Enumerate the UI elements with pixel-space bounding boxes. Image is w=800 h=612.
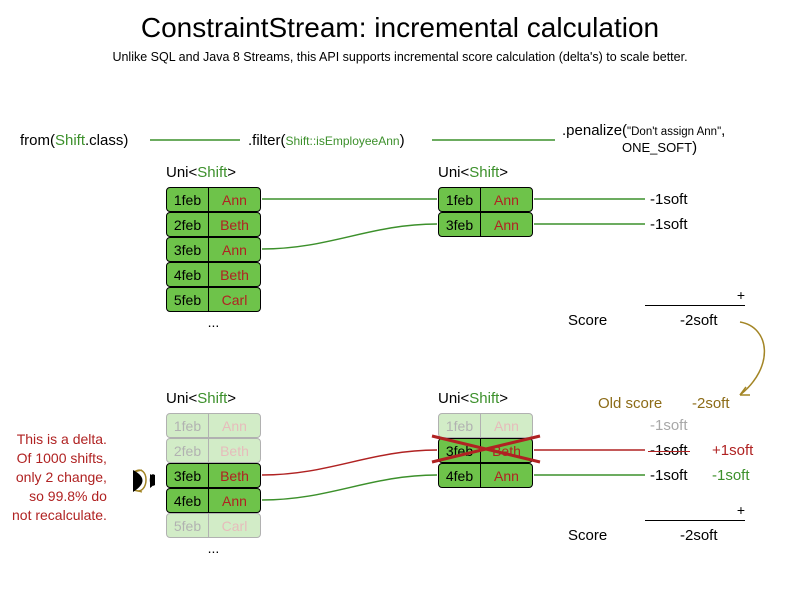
shift-cell: 3febBeth: [438, 438, 533, 463]
penalty-bot-2-delta: +1soft: [712, 442, 753, 459]
shift-cell: 3febAnn: [438, 212, 533, 237]
shift-cell: 3febAnn: [166, 237, 261, 262]
uni-label-top-right: Uni<Shift>: [438, 164, 508, 181]
shift-cell: 1febAnn: [166, 187, 261, 212]
shift-cell: 2febBeth: [166, 212, 261, 237]
api-filter: .filter(Shift::isEmployeeAnn): [248, 132, 405, 149]
penalty-top-2: -1soft: [650, 216, 688, 233]
ellipsis: ...: [166, 314, 261, 330]
penalty-bot-3-delta: -1soft: [712, 467, 750, 484]
api-penalize: .penalize("Don't assign Ann", ONE_SOFT): [562, 122, 725, 156]
old-score-value: -2soft: [692, 395, 730, 412]
stack-top-right: 1febAnn3febAnn: [438, 187, 533, 237]
uni-label-bot-right: Uni<Shift>: [438, 390, 508, 407]
penalty-top-1: -1soft: [650, 191, 688, 208]
score-bot-value: -2soft: [680, 527, 718, 544]
old-score-label: Old score: [598, 395, 662, 412]
shift-cell: 5febCarl: [166, 287, 261, 312]
shift-cell: 4febAnn: [166, 488, 261, 513]
shift-cell: 1febAnn: [438, 413, 533, 438]
page-subtitle: Unlike SQL and Java 8 Streams, this API …: [0, 50, 800, 64]
score-bot-label: Score: [568, 527, 607, 544]
score-bot: +: [645, 502, 745, 523]
shift-cell: 2febBeth: [166, 438, 261, 463]
shift-cell: 5febCarl: [166, 513, 261, 538]
penalty-bot-2: -1soft: [650, 442, 688, 459]
delta-note: This is a delta. Of 1000 shifts, only 2 …: [12, 430, 107, 524]
score-top-label: Score: [568, 312, 607, 329]
score-top-value: -2soft: [680, 312, 718, 329]
api-from: from(Shift.class): [20, 132, 128, 149]
shift-cell: 1febAnn: [166, 413, 261, 438]
penalty-bot-1: -1soft: [650, 417, 688, 434]
stack-bot-right: 1febAnn3febBeth4febAnn: [438, 413, 533, 488]
score-top: +: [645, 287, 745, 308]
page-title: ConstraintStream: incremental calculatio…: [0, 12, 800, 44]
shift-cell: 1febAnn: [438, 187, 533, 212]
penalty-bot-3: -1soft: [650, 467, 688, 484]
uni-label-bot-left: Uni<Shift>: [166, 390, 236, 407]
uni-label-top-left: Uni<Shift>: [166, 164, 236, 181]
stack-bot-left: 1febAnn2febBeth3febBeth4febAnn5febCarl..…: [166, 413, 261, 556]
shift-cell: 3febBeth: [166, 463, 261, 488]
shift-cell: 4febAnn: [438, 463, 533, 488]
shift-cell: 4febBeth: [166, 262, 261, 287]
ellipsis: ...: [166, 540, 261, 556]
stack-top-left: 1febAnn2febBeth3febAnn4febBeth5febCarl..…: [166, 187, 261, 330]
